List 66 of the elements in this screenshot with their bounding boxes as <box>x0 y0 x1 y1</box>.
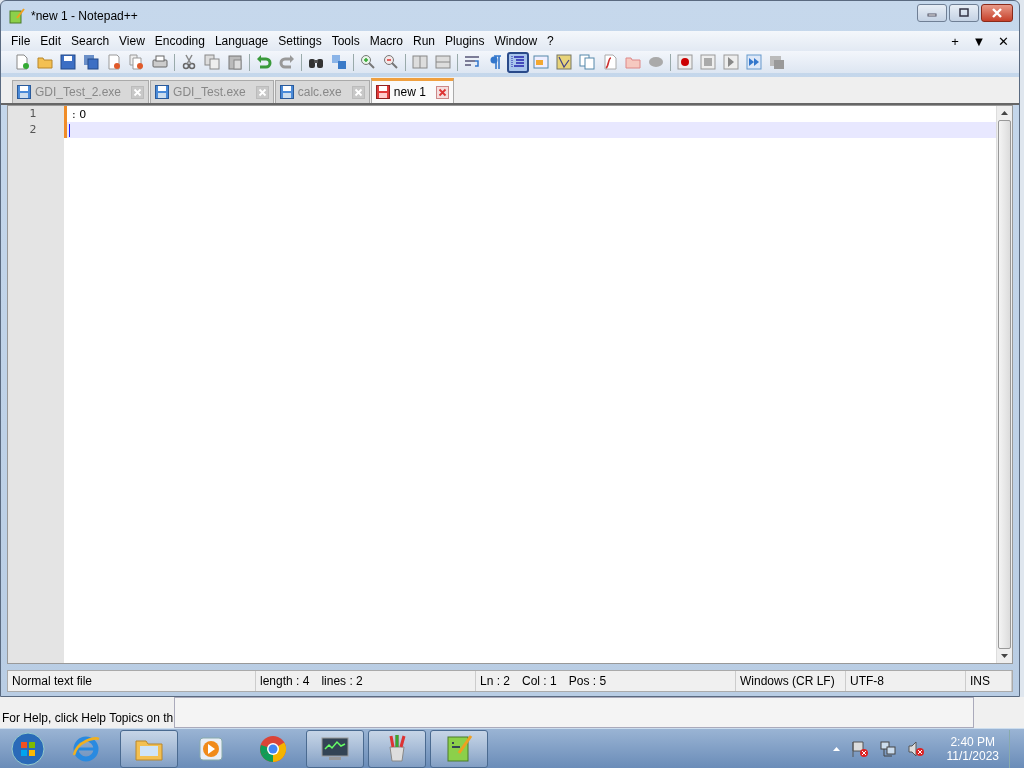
record-icon[interactable] <box>674 51 696 73</box>
menu-item[interactable]: Plugins <box>445 34 491 48</box>
status-text: Col : 1 <box>522 674 557 688</box>
menu-item[interactable]: Window <box>494 34 544 48</box>
taskbar-button[interactable] <box>430 729 488 768</box>
scroll-thumb[interactable] <box>998 120 1011 649</box>
status-text: For Help, click Help Topics on th <box>1 711 174 727</box>
status-text: INS <box>970 674 990 688</box>
menu-item[interactable]: Tools <box>331 34 366 48</box>
menu-item[interactable]: Encoding <box>154 34 211 48</box>
status-text: UTF-8 <box>850 674 884 688</box>
menu-item[interactable]: View <box>119 34 151 48</box>
menu-item[interactable]: Macro <box>369 34 409 48</box>
menu-item[interactable]: Language <box>214 34 275 48</box>
flag-x-icon[interactable] <box>850 739 869 758</box>
status-text: Normal text file <box>12 674 93 688</box>
close-icon[interactable] <box>351 85 365 99</box>
line-number: 1 <box>8 106 64 122</box>
speaker-muted-icon[interactable] <box>906 739 925 758</box>
taskbar-button[interactable] <box>368 729 426 768</box>
taskbar-button[interactable] <box>120 729 178 768</box>
copy-icon[interactable] <box>201 51 223 73</box>
menu-item[interactable]: Edit <box>40 34 68 48</box>
menu-item[interactable]: ? <box>547 34 560 48</box>
close-button[interactable] <box>981 4 1013 22</box>
status-text: Ln : 2 <box>480 674 511 688</box>
menu-bar-button[interactable]: ▼ <box>967 33 991 49</box>
status-text: length : 4 <box>260 674 310 688</box>
code-line: : 0 <box>72 107 87 121</box>
menu-item[interactable]: Search <box>71 34 116 48</box>
maximize-button[interactable] <box>949 4 979 22</box>
close-icon <box>991 8 1003 18</box>
vertical-scrollbar[interactable] <box>996 106 1012 663</box>
fast-forward-icon[interactable] <box>743 51 765 73</box>
play-icon[interactable] <box>720 51 742 73</box>
menu-bar-button[interactable]: ✕ <box>991 33 1015 49</box>
floppy-disk-icon[interactable] <box>57 51 79 73</box>
menu-item[interactable]: File <box>11 34 37 48</box>
tab-label: GDI_Test_2.exe <box>35 85 122 99</box>
menu-bar-button[interactable]: + <box>943 33 967 49</box>
status-text: Windows (CR LF) <box>740 674 835 688</box>
scroll-down-icon[interactable] <box>1000 653 1009 659</box>
taskbar-button[interactable] <box>306 729 364 768</box>
notepad-pen-icon <box>9 8 25 24</box>
minimize-button[interactable] <box>917 4 947 22</box>
file-tab[interactable]: new 1 <box>370 78 454 103</box>
text-caret <box>69 123 70 137</box>
tab-label: GDI_Test.exe <box>173 85 246 99</box>
up-arrow-icon[interactable] <box>831 745 841 752</box>
close-icon[interactable] <box>255 85 269 99</box>
maximize-icon <box>958 8 970 18</box>
status-text: Pos : 5 <box>568 674 607 688</box>
close-icon[interactable] <box>435 85 449 99</box>
indent-lines-icon[interactable] <box>507 51 529 73</box>
menu-item[interactable]: Run <box>413 34 442 48</box>
text-editor[interactable]: 1 : 0 2 <box>7 105 1013 664</box>
tab-label: new 1 <box>393 85 426 99</box>
tab-label: calc.exe <box>297 85 342 99</box>
menu-item[interactable]: Settings <box>278 34 328 48</box>
line-number: 2 <box>8 122 64 138</box>
network-icon[interactable] <box>878 739 897 758</box>
map-icon[interactable] <box>553 51 575 73</box>
status-text: lines : 2 <box>321 674 363 688</box>
close-icon[interactable] <box>131 85 145 99</box>
window-title: *new 1 - Notepad++ <box>31 9 138 23</box>
scroll-up-icon[interactable] <box>1000 110 1009 116</box>
